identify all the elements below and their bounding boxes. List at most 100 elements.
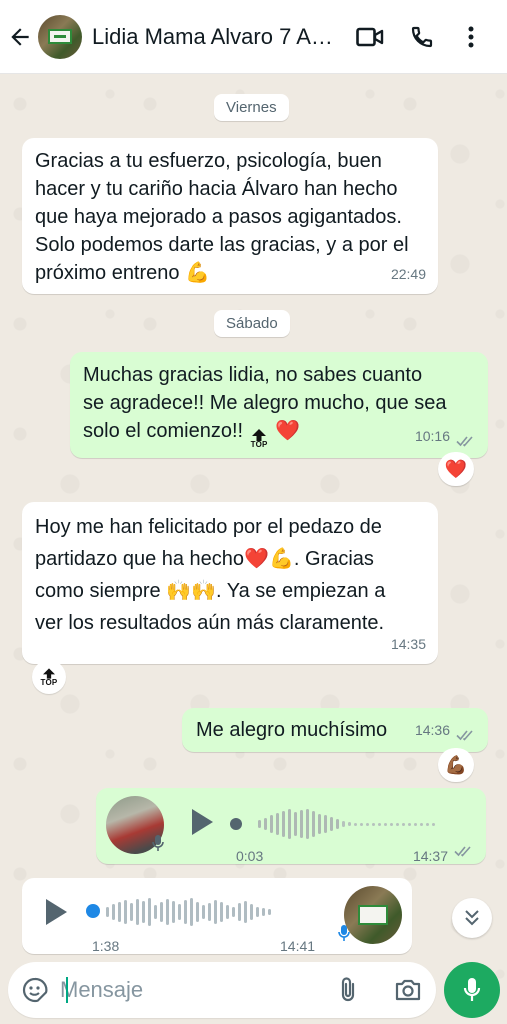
waveform-bar <box>384 822 387 826</box>
message-line: Muchas gracias lidia, no sabes cuanto <box>83 364 423 386</box>
message-line: Gracias a tu esfuerzo, psicología, buen <box>35 150 382 172</box>
waveform-bar <box>336 819 339 829</box>
voice-record-button[interactable] <box>444 962 500 1018</box>
waveform-bar <box>262 908 265 916</box>
waveform-bar <box>300 810 303 838</box>
waveform-bar <box>178 904 181 920</box>
double-chevron-down-icon <box>465 910 479 926</box>
voice-duration: 0:03 <box>236 848 264 864</box>
message-text: Muchas gracias lidia, no sabes cuanto se… <box>83 361 447 449</box>
video-call-button[interactable] <box>344 0 396 74</box>
red-heart-emoji: ❤️ <box>244 548 269 570</box>
raising-hands-emoji: 🙌🙌 <box>166 580 216 602</box>
message-time: 14:41 <box>280 938 316 954</box>
play-icon <box>192 809 213 835</box>
waveform-bar <box>258 820 261 828</box>
waveform-bar <box>142 901 145 923</box>
voice-duration: 1:38 <box>92 938 120 954</box>
sticker-button[interactable] <box>22 977 48 1003</box>
message-line: . Gracias <box>293 548 374 570</box>
message-input[interactable] <box>60 976 320 1004</box>
up-arrow-icon <box>43 667 55 679</box>
waveform-bar <box>402 822 405 826</box>
message-reaction[interactable]: ❤️ <box>438 452 474 486</box>
outgoing-message[interactable]: Me alegro muchísimo 14:36 <box>182 708 488 752</box>
double-check-icon <box>456 730 473 741</box>
more-options-button[interactable] <box>448 0 494 74</box>
camera-button[interactable] <box>394 978 422 1002</box>
waveform-bar <box>366 822 369 826</box>
voice-call-button[interactable] <box>396 0 448 74</box>
message-line: como siempre <box>35 580 161 602</box>
waveform-bar <box>372 822 375 826</box>
waveform-bar <box>130 903 133 921</box>
contact-name[interactable]: Lidia Mama Alvaro 7 A… <box>92 24 344 50</box>
top-label: TOP <box>250 440 268 449</box>
waveform-bar <box>294 812 297 836</box>
waveform-bar <box>214 900 217 924</box>
playback-position-dot[interactable] <box>86 904 100 918</box>
play-button[interactable] <box>190 808 218 838</box>
scroll-to-bottom-button[interactable] <box>452 898 492 938</box>
message-time: 22:49 <box>390 266 426 282</box>
waveform-bar <box>414 822 417 826</box>
back-button[interactable] <box>2 0 38 74</box>
waveform-bar <box>282 811 285 837</box>
playback-position-dot[interactable] <box>230 818 242 830</box>
waveform-bar <box>330 817 333 831</box>
voice-waveform[interactable] <box>106 896 271 928</box>
message-time: 14:37 <box>412 848 448 864</box>
message-line: ver los resultados aún más claramente. <box>35 612 385 634</box>
waveform-bar <box>268 909 271 915</box>
play-button[interactable] <box>44 898 72 928</box>
red-heart-emoji: ❤️ <box>275 420 301 442</box>
waveform-bar <box>348 822 351 826</box>
date-chip: Sábado <box>214 310 290 337</box>
more-vert-icon <box>468 26 474 47</box>
waveform-bar <box>244 901 247 923</box>
voice-waveform[interactable] <box>258 808 435 840</box>
waveform-bar <box>360 822 363 826</box>
incoming-voice-message[interactable]: 1:38 14:41 <box>22 878 412 954</box>
mic-icon <box>338 925 350 941</box>
message-line: próximo entreno <box>35 262 180 284</box>
waveform-bar <box>154 905 157 919</box>
incoming-message[interactable]: Hoy me han felicitado por el pedazo de p… <box>22 502 438 664</box>
waveform-bar <box>136 899 139 925</box>
waveform-bar <box>232 907 235 917</box>
message-reaction[interactable]: TOP <box>32 660 66 694</box>
message-line: . Ya se empiezan a <box>215 580 386 602</box>
waveform-bar <box>270 815 273 833</box>
voice-sender-avatar <box>344 886 402 944</box>
waveform-bar <box>184 900 187 924</box>
waveform-bar <box>324 815 327 833</box>
waveform-bar <box>190 898 193 926</box>
waveform-bar <box>118 902 121 922</box>
waveform-bar <box>196 902 199 922</box>
message-line: Hoy me han felicitado por el pedazo de <box>35 516 382 538</box>
sticker-icon <box>22 977 48 1003</box>
outgoing-voice-message[interactable]: 0:03 14:37 <box>96 788 486 864</box>
waveform-bar <box>276 813 279 835</box>
camera-icon <box>395 979 421 1001</box>
incoming-message[interactable]: Gracias a tu esfuerzo, psicología, buen … <box>22 138 438 294</box>
date-chip: Viernes <box>214 94 289 121</box>
attach-button[interactable] <box>338 976 362 1004</box>
text-cursor <box>66 977 68 1003</box>
flexed-biceps-emoji: 💪 <box>185 262 210 284</box>
message-reaction[interactable]: 💪🏾 <box>438 748 474 782</box>
paperclip-icon <box>341 977 355 1002</box>
flexed-biceps-emoji: 💪 <box>268 548 294 570</box>
message-time: 14:35 <box>390 636 426 652</box>
back-arrow-icon <box>11 27 29 46</box>
message-line: que haya mejorado a pasos agigantados. <box>35 206 402 228</box>
waveform-bar <box>390 822 393 826</box>
waveform-bar <box>420 822 423 826</box>
red-heart-emoji: ❤️ <box>444 458 468 479</box>
outgoing-message[interactable]: Muchas gracias lidia, no sabes cuanto se… <box>70 352 488 458</box>
message-composer <box>8 962 436 1018</box>
waveform-bar <box>264 818 267 830</box>
waveform-bar <box>312 811 315 837</box>
contact-avatar[interactable] <box>38 14 82 59</box>
waveform-bar <box>432 822 435 826</box>
